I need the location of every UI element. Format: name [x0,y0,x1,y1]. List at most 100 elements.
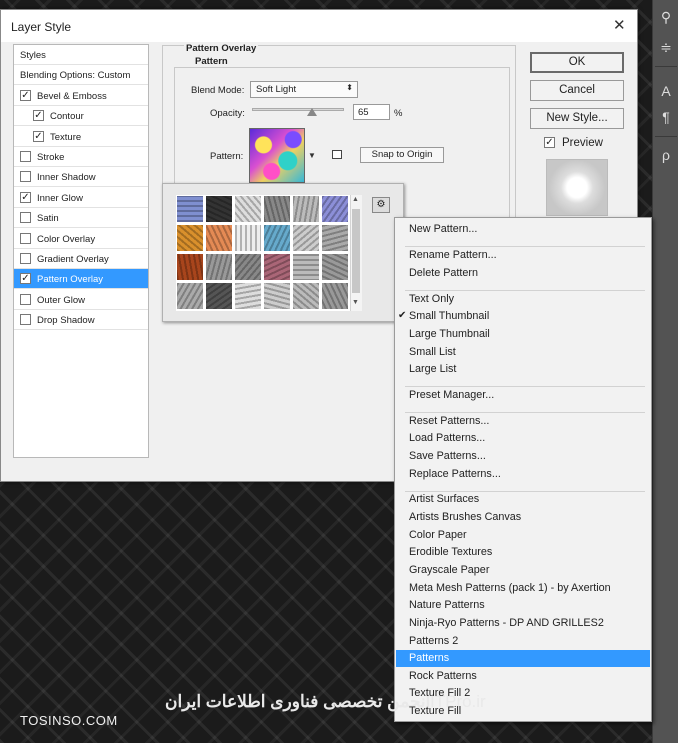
styles-header[interactable]: Styles [14,45,148,65]
style-item-satin[interactable]: Satin [14,208,148,229]
text-icon[interactable]: A [657,82,675,100]
menu-item-erodible-textures[interactable]: Erodible Textures [409,544,649,561]
menu-item-color-paper[interactable]: Color Paper [409,527,649,544]
pattern-preview-swatch[interactable] [249,128,305,183]
style-item-pattern-overlay[interactable]: ✓ Pattern Overlay [14,269,148,290]
style-checkbox[interactable]: ✓ [33,110,44,122]
pattern-dropdown-arrow-icon[interactable]: ▼ [308,151,316,160]
pattern-swatch[interactable] [176,253,204,281]
menu-item-text-only[interactable]: Text Only [409,291,649,308]
style-checkbox[interactable] [20,232,31,244]
pattern-swatch[interactable] [205,253,233,281]
menu-item-small-list[interactable]: Small List [409,344,649,361]
menu-item-load-patterns[interactable]: Load Patterns... [409,430,649,447]
snap-to-origin-button[interactable]: Snap to Origin [360,147,444,163]
ok-button[interactable]: OK [530,52,624,73]
menu-item-texture-fill-2[interactable]: Texture Fill 2 [409,685,649,702]
dialog-titlebar[interactable]: Layer Style ✕ [1,10,637,42]
style-item-stroke[interactable]: Stroke [14,147,148,167]
blend-mode-select[interactable]: Soft Light ⬍ [250,81,358,98]
menu-item-patterns[interactable]: Patterns [396,650,650,667]
pattern-swatch[interactable] [321,224,349,252]
picker-settings-gear-icon[interactable]: ⚙ [372,197,390,213]
menu-item-delete-pattern[interactable]: Delete Pattern [409,265,649,282]
new-style-button[interactable]: New Style... [530,108,624,129]
pattern-swatch[interactable] [263,195,291,223]
pattern-swatch[interactable] [176,224,204,252]
pattern-swatch[interactable] [321,195,349,223]
menu-item-large-list[interactable]: Large List [409,361,649,378]
menu-item-patterns-2[interactable]: Patterns 2 [409,633,649,650]
style-checkbox[interactable]: ✓ [33,130,44,142]
new-preset-icon[interactable] [332,150,342,159]
menu-item-rename-pattern[interactable]: Rename Pattern... [409,247,649,264]
opacity-input[interactable]: 65 [353,104,390,120]
style-checkbox[interactable] [20,293,31,305]
menu-item-ninja-ryo-patterns-dp-and-grilles2[interactable]: Ninja-Ryo Patterns - DP AND GRILLES2 [409,615,649,632]
style-item-inner-glow[interactable]: ✓ Inner Glow [14,188,148,208]
menu-item-replace-patterns[interactable]: Replace Patterns... [409,466,649,483]
close-icon[interactable]: ✕ [613,16,626,34]
menu-item-large-thumbnail[interactable]: Large Thumbnail [409,326,649,343]
pattern-swatch[interactable] [292,253,320,281]
style-item-drop-shadow[interactable]: Drop Shadow [14,310,148,331]
pattern-swatch[interactable] [263,282,291,310]
pattern-swatch[interactable] [263,224,291,252]
pattern-swatch[interactable] [234,195,262,223]
pattern-swatch[interactable] [176,282,204,310]
pattern-swatch[interactable] [205,224,233,252]
scroll-down-icon[interactable]: ▼ [352,299,359,306]
menu-item-rock-patterns[interactable]: Rock Patterns [409,668,649,685]
style-item-color-overlay[interactable]: Color Overlay [14,229,148,249]
pattern-swatch[interactable] [234,282,262,310]
style-checkbox[interactable]: ✓ [20,89,31,101]
menu-item-new-pattern[interactable]: New Pattern... [409,221,649,238]
menu-item-grayscale-paper[interactable]: Grayscale Paper [409,562,649,579]
style-checkbox[interactable]: ✓ [20,273,31,285]
pen-icon[interactable]: ρ [657,146,675,164]
pattern-swatch[interactable] [292,282,320,310]
pattern-swatch[interactable] [176,195,204,223]
sliders-icon[interactable]: ≑ [657,38,675,56]
style-checkbox[interactable] [20,171,31,183]
brush-icon[interactable]: ⚲ [657,8,675,26]
blending-options-item[interactable]: Blending Options: Custom [14,65,148,86]
pattern-swatch[interactable] [205,282,233,310]
style-item-bevel-emboss[interactable]: ✓ Bevel & Emboss [14,86,148,106]
style-item-outer-glow[interactable]: Outer Glow [14,290,148,310]
menu-item-small-thumbnail[interactable]: Small Thumbnail [409,308,649,325]
style-item-contour[interactable]: ✓ Contour [14,106,148,127]
style-checkbox[interactable] [20,253,31,264]
menu-item-artist-surfaces[interactable]: Artist Surfaces [409,491,649,508]
pattern-swatch[interactable] [321,282,349,310]
opacity-slider[interactable] [252,108,344,111]
pattern-swatch[interactable] [292,195,320,223]
style-item-inner-shadow[interactable]: Inner Shadow [14,167,148,188]
style-checkbox[interactable]: ✓ [20,191,31,203]
paragraph-icon[interactable]: ¶ [657,108,675,126]
menu-item-save-patterns[interactable]: Save Patterns... [409,448,649,465]
picker-scrollbar-thumb[interactable] [352,209,360,293]
pattern-swatch[interactable] [292,224,320,252]
scroll-up-icon[interactable]: ▲ [352,196,359,203]
menu-item-artists-brushes-canvas[interactable]: Artists Brushes Canvas [409,509,649,526]
pattern-swatch[interactable] [321,253,349,281]
style-item-texture[interactable]: ✓ Texture [14,127,148,147]
style-checkbox[interactable] [20,151,31,162]
pattern-swatch[interactable] [234,253,262,281]
style-checkbox[interactable] [20,314,31,326]
menu-item-meta-mesh-patterns-pack-1-by-axertion[interactable]: Meta Mesh Patterns (pack 1) - by Axertio… [409,580,649,597]
menu-item-nature-patterns[interactable]: Nature Patterns [409,597,649,614]
pattern-swatch[interactable] [263,253,291,281]
preview-checkbox[interactable]: ✓ [544,137,555,148]
cancel-button[interactable]: Cancel [530,80,624,101]
opacity-slider-thumb[interactable] [306,108,317,116]
pattern-swatch[interactable] [234,224,262,252]
pattern-swatch[interactable] [205,195,233,223]
menu-item-preset-manager[interactable]: Preset Manager... [409,387,649,404]
menu-item-reset-patterns[interactable]: Reset Patterns... [409,413,649,430]
style-checkbox[interactable] [20,212,31,224]
menu-item-texture-fill[interactable]: Texture Fill [409,703,649,720]
style-item-gradient-overlay[interactable]: Gradient Overlay [14,249,148,269]
checkmark-icon: ✔ [398,310,407,321]
